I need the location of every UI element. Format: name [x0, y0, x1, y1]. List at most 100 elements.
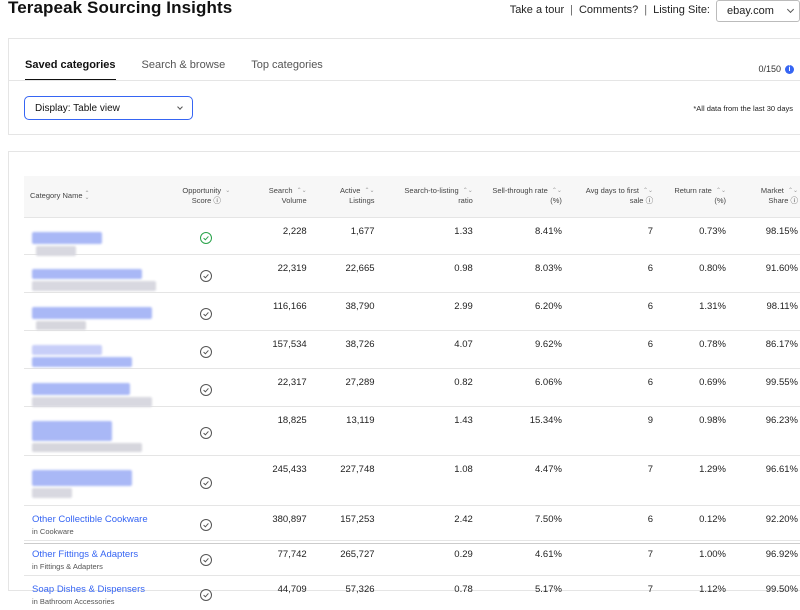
table-row[interactable]: Other Collectible Cookware in Cookware 380… — [24, 504, 800, 540]
opportunity-cell — [175, 367, 237, 406]
category-link[interactable]: Soap Dishes & Dispensers — [32, 584, 170, 595]
search-volume-cell: 22,317 — [236, 367, 313, 406]
table-card: Category Name ⌃ ⌄ Opportunity ⌄ Score ⓘ Sea… — [8, 151, 800, 610]
table-row[interactable]: 22,319 22,665 0.98 8.03% 6 0.80% 91.60% — [24, 253, 800, 292]
sort-icon: ⌃⌄ — [296, 188, 307, 195]
saved-counter: 0/150 i — [758, 64, 794, 74]
check-circle-icon — [200, 345, 213, 358]
listing-site-select[interactable]: ebay.com — [716, 0, 800, 22]
col-opportunity[interactable]: Opportunity ⌄ Score ⓘ — [176, 176, 237, 217]
col-search-volume[interactable]: Search ⌃⌄ Volume — [237, 176, 313, 217]
search-volume-cell: 380,897 — [236, 504, 313, 540]
tab-search-browse[interactable]: Search & browse — [142, 59, 226, 81]
check-circle-icon — [200, 427, 213, 439]
market-share-cell: 92.20% — [732, 504, 800, 540]
col-active-listings[interactable]: Active ⌃⌄ Listings — [313, 176, 381, 217]
saved-count: 0/150 — [758, 64, 781, 74]
col-search-to-listing[interactable]: Search-to-listing ⌃⌄ ratio — [381, 176, 479, 217]
col-category[interactable]: Category Name ⌃ ⌄ — [24, 176, 176, 217]
ratio-cell: 1.43 — [380, 405, 479, 455]
ratio-cell: 4.07 — [380, 329, 479, 368]
active-listings-cell: 22,665 — [312, 253, 381, 292]
check-circle-icon — [200, 307, 213, 320]
active-listings-cell: 1,677 — [312, 216, 381, 254]
info-outline-icon: ⓘ — [213, 196, 221, 206]
table-row[interactable]: 245,433 227,748 1.08 4.47% 7 1.29% 96.61% — [24, 454, 800, 505]
comments-link[interactable]: Comments? — [579, 4, 638, 16]
avg-days-cell: 6 — [567, 504, 660, 540]
redacted-category — [32, 226, 170, 256]
table-row[interactable]: 2,228 1,677 1.33 8.41% 7 0.73% 98.15% — [24, 216, 800, 256]
market-share-cell: 91.60% — [732, 253, 800, 292]
active-listings-cell: 38,726 — [312, 329, 381, 368]
table-row[interactable]: 22,317 27,289 0.82 6.06% 6 0.69% 99.55% — [24, 367, 800, 407]
category-link[interactable]: Other Fittings & Adapters — [32, 549, 170, 560]
table-row[interactable]: 18,825 13,119 1.43 15.34% 9 0.98% 96.23% — [24, 405, 800, 455]
sort-icon: ⌃⌄ — [715, 188, 726, 195]
opportunity-cell — [175, 539, 237, 575]
ratio-cell: 0.98 — [380, 253, 479, 292]
market-share-cell: 99.55% — [732, 367, 800, 406]
display-mode-select[interactable]: Display: Table view — [24, 96, 193, 120]
sell-through-cell: 9.62% — [478, 329, 568, 368]
search-volume-cell: 157,534 — [236, 329, 313, 368]
ratio-cell: 0.82 — [380, 367, 479, 406]
col-sell-through[interactable]: Sell-through rate ⌃⌄ (%) — [479, 176, 568, 217]
table-row[interactable]: 157,534 38,726 4.07 9.62% 6 0.78% 86.17% — [24, 329, 800, 368]
separator: | — [644, 4, 648, 16]
return-rate-cell: 0.69% — [659, 367, 732, 406]
opportunity-cell — [175, 291, 237, 330]
avg-days-cell: 7 — [567, 574, 660, 610]
sort-icon: ⌃⌄ — [84, 191, 90, 202]
sort-icon: ⌃⌄ — [643, 188, 654, 195]
parent-category: in Fittings & Adapters — [32, 561, 103, 571]
opportunity-cell — [175, 253, 237, 292]
redacted-category — [32, 339, 170, 368]
redacted-category — [32, 377, 170, 407]
info-outline-icon: ⓘ — [790, 196, 799, 206]
ratio-cell: 0.29 — [380, 539, 479, 575]
search-volume-cell: 2,228 — [236, 216, 313, 254]
divider — [9, 80, 800, 81]
ratio-cell: 1.33 — [380, 216, 479, 254]
sort-icon: ⌃⌄ — [364, 188, 375, 195]
check-circle-icon — [200, 383, 213, 396]
table-row[interactable]: Soap Dishes & Dispensers in Bathroom Acce… — [24, 574, 800, 610]
page-title: Terapeak Sourcing Insights — [8, 0, 233, 17]
take-tour-link[interactable]: Take a tour — [510, 4, 564, 16]
avg-days-cell: 6 — [567, 329, 660, 368]
return-rate-cell: 0.98% — [659, 405, 732, 455]
market-share-cell: 98.15% — [732, 216, 800, 254]
active-listings-cell: 13,119 — [312, 405, 381, 455]
category-cell: Other Collectible Cookware in Cookware — [24, 504, 176, 540]
col-market-share[interactable]: Market ⌃⌄ Share ⓘ — [732, 176, 800, 217]
tab-saved-categories[interactable]: Saved categories — [25, 59, 116, 81]
redacted-category — [32, 415, 170, 455]
ratio-cell: 0.78 — [380, 574, 479, 610]
listing-site-label: Listing Site: — [653, 4, 710, 16]
controls-card: Saved categories Search & browse Top cat… — [8, 38, 800, 135]
tab-top-categories[interactable]: Top categories — [251, 59, 323, 81]
category-link[interactable]: Other Collectible Cookware — [32, 514, 170, 525]
redacted-category — [32, 464, 170, 505]
table-header-row: Category Name ⌃ ⌄ Opportunity ⌄ Score ⓘ Sea… — [24, 176, 800, 217]
sell-through-cell: 6.06% — [478, 367, 568, 406]
market-share-cell: 86.17% — [732, 329, 800, 368]
category-cell — [24, 216, 176, 256]
table-row[interactable]: 116,166 38,790 2.99 6.20% 6 1.31% 98.11% — [24, 291, 800, 330]
avg-days-cell: 6 — [567, 253, 660, 292]
col-avg-days[interactable]: Avg days to first ⌃⌄ sale ⓘ — [568, 176, 659, 217]
parent-category: in Cookware — [32, 526, 74, 536]
opportunity-cell — [175, 504, 237, 540]
return-rate-cell: 1.12% — [659, 574, 732, 610]
category-cell: Other Fittings & Adapters in Fittings & A… — [24, 539, 176, 575]
category-cell: Soap Dishes & Dispensers in Bathroom Acce… — [24, 574, 176, 610]
table-row[interactable]: Other Fittings & Adapters in Fittings & A… — [24, 539, 800, 575]
col-return-rate[interactable]: Return rate ⌃⌄ (%) — [659, 176, 732, 217]
opportunity-cell — [175, 454, 237, 505]
search-volume-cell: 18,825 — [236, 405, 313, 455]
sort-icon: ⌃⌄ — [551, 188, 562, 195]
sell-through-cell: 8.41% — [478, 216, 568, 254]
info-icon[interactable]: i — [785, 64, 794, 74]
sell-through-cell: 4.47% — [478, 454, 568, 505]
